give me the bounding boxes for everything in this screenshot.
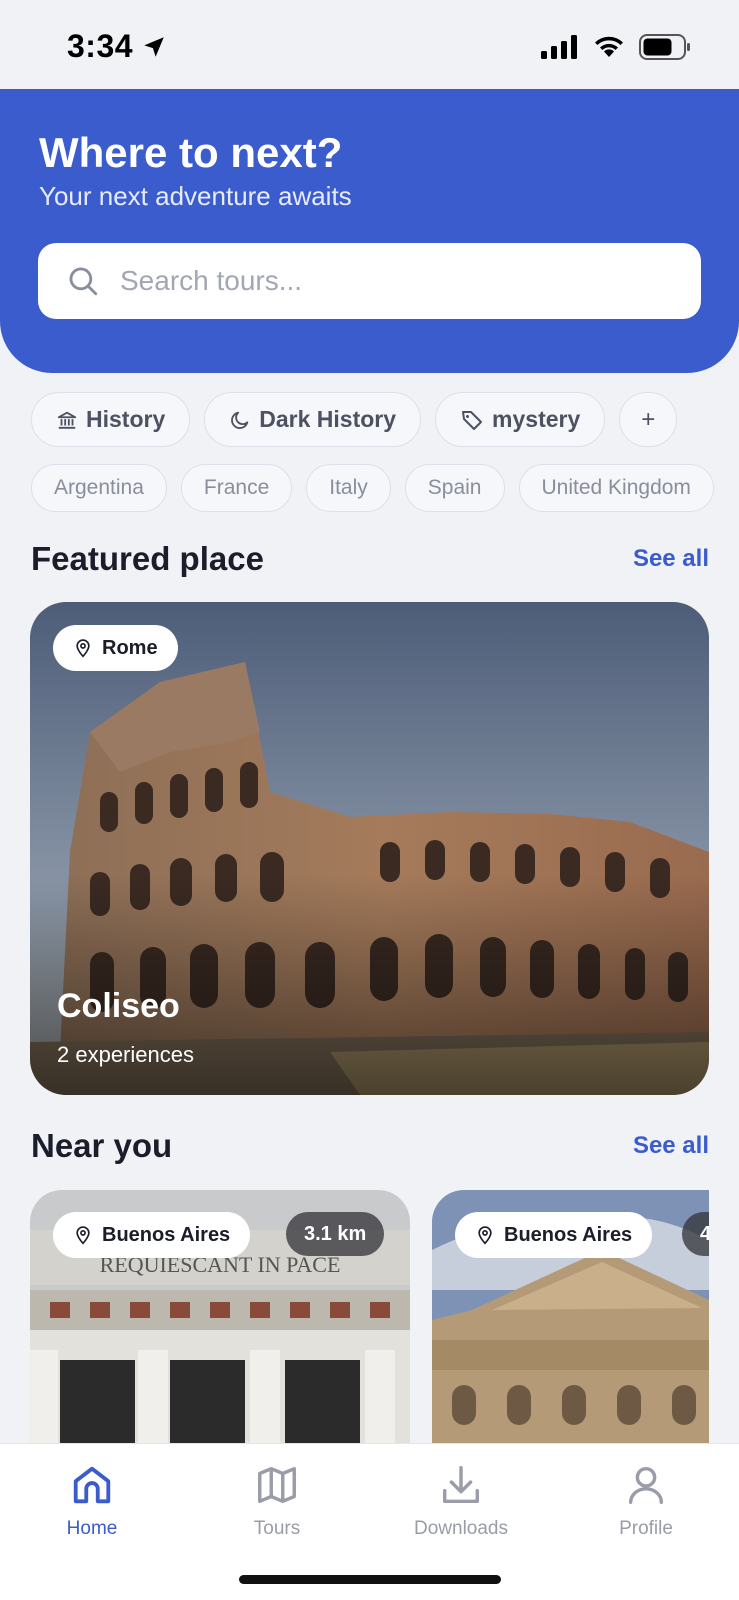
page-title: Where to next? — [39, 129, 343, 176]
chip-country-argentina[interactable]: Argentina — [31, 464, 167, 512]
location-arrow-icon — [144, 36, 164, 57]
section-title: Near you — [31, 1127, 173, 1164]
featured-section-header: Featured place See all — [31, 540, 709, 578]
status-icons — [541, 34, 691, 60]
search-icon — [69, 267, 98, 296]
chip-label: France — [203, 476, 270, 499]
chip-mystery[interactable]: mystery — [435, 392, 606, 447]
home-icon — [73, 1466, 111, 1504]
near-location-badge: Buenos Aires — [53, 1212, 251, 1258]
near-place-card[interactable]: REQUIESCANT IN PACE Buenos Aires 3.1 km — [30, 1190, 410, 1450]
chip-label: Dark History — [259, 406, 397, 432]
status-time: 3:34 — [67, 28, 167, 65]
chip-country-united-kingdom[interactable]: United Kingdom — [518, 464, 714, 512]
near-place-card[interactable]: Buenos Aires 4 — [432, 1190, 709, 1450]
distance-badge: 3.1 km — [286, 1212, 385, 1256]
chip-dark-history[interactable]: Dark History — [204, 392, 422, 447]
tab-downloads[interactable]: Downloads — [391, 1462, 531, 1540]
near-you-section-header: Near you See all — [31, 1127, 709, 1165]
tag-filter-row: History Dark History mystery + — [31, 392, 739, 447]
location-label: Buenos Aires — [102, 1223, 231, 1246]
featured-experience-count: 2 experiences — [57, 1042, 194, 1067]
location-label: Buenos Aires — [504, 1223, 633, 1246]
moon-icon — [231, 411, 249, 429]
chip-label: Italy — [329, 476, 368, 499]
chip-country-france[interactable]: France — [180, 464, 293, 512]
home-indicator[interactable] — [239, 1575, 501, 1584]
featured-location-badge: Rome — [53, 625, 178, 671]
featured-place-name: Coliseo — [57, 987, 180, 1025]
section-title: Featured place — [31, 540, 264, 577]
wifi-icon — [595, 36, 623, 57]
tab-profile[interactable]: Profile — [576, 1462, 716, 1540]
chip-country-spain[interactable]: Spain — [404, 464, 505, 512]
hero-header: Where to next? Your next adventure await… — [0, 89, 739, 373]
map-icon — [258, 1466, 296, 1504]
near-you-see-all-link[interactable]: See all — [633, 1132, 709, 1160]
add-tag-button[interactable]: + — [619, 392, 678, 447]
featured-see-all-link[interactable]: See all — [633, 545, 709, 573]
featured-place-card[interactable]: Rome Coliseo 2 experiences — [30, 602, 709, 1095]
tab-tours[interactable]: Tours — [207, 1462, 347, 1540]
chip-label: History — [86, 406, 166, 432]
status-bar: 3:34 — [0, 0, 739, 90]
map-pin-icon — [76, 639, 90, 658]
chip-label: Spain — [427, 476, 482, 499]
user-icon — [628, 1466, 664, 1504]
clock-text: 3:34 — [67, 28, 134, 64]
page-subtitle: Your next adventure awaits — [39, 181, 352, 211]
tab-home[interactable]: Home — [22, 1462, 162, 1540]
museum-icon — [57, 411, 77, 429]
battery-icon — [639, 34, 690, 60]
search-bar[interactable] — [38, 243, 701, 319]
tab-label: Downloads — [414, 1518, 508, 1539]
near-location-badge: Buenos Aires — [455, 1212, 653, 1258]
tag-icon — [462, 410, 483, 430]
chip-country-italy[interactable]: Italy — [306, 464, 391, 512]
map-pin-icon — [478, 1226, 492, 1245]
map-pin-icon — [76, 1226, 90, 1245]
cellular-signal-icon — [541, 35, 577, 59]
chip-label: United Kingdom — [541, 476, 691, 499]
chip-label: mystery — [492, 406, 581, 432]
tab-label: Profile — [619, 1518, 673, 1539]
tab-label: Tours — [253, 1518, 301, 1539]
country-filter-row: Argentina France Italy Spain United King… — [31, 464, 739, 512]
download-icon — [442, 1466, 480, 1504]
tab-label: Home — [66, 1518, 118, 1539]
location-label: Rome — [102, 636, 158, 659]
chip-history[interactable]: History — [31, 392, 191, 447]
search-input[interactable] — [120, 265, 680, 297]
plus-label: + — [641, 405, 656, 433]
chip-label: Argentina — [54, 476, 144, 499]
